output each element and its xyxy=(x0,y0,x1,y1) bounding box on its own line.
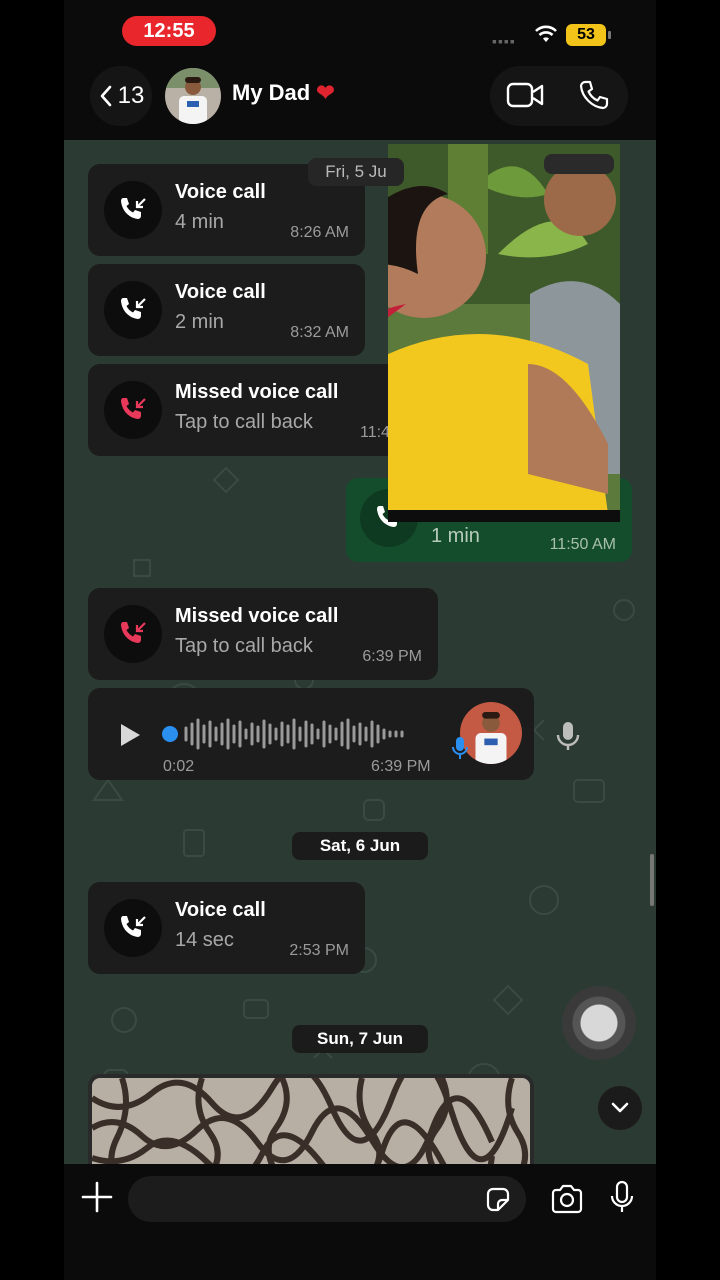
call-duration: 1 min xyxy=(431,525,480,547)
call-back-button[interactable] xyxy=(104,381,162,439)
battery-indicator: 53 xyxy=(566,24,606,46)
voice-note-duration: 0:02 xyxy=(163,758,195,775)
call-duration: 14 sec xyxy=(175,929,234,951)
microphone-icon[interactable] xyxy=(554,720,582,752)
message-time: 2:53 PM xyxy=(289,942,349,959)
status-time: 12:55 xyxy=(122,16,216,46)
chevron-left-icon xyxy=(100,85,111,107)
incoming-call-arrow-icon xyxy=(121,298,146,319)
scroll-to-bottom-button[interactable] xyxy=(598,1086,642,1130)
missed-call-bubble[interactable]: Missed voice call Tap to call back 11:4 xyxy=(88,364,418,456)
signal-icon: ▪▪▪▪ xyxy=(492,33,516,49)
scrollbar[interactable] xyxy=(650,854,654,906)
voice-note-waveform[interactable] xyxy=(162,716,432,752)
call-title: Missed voice call xyxy=(175,605,339,627)
message-time: 11:4 xyxy=(360,424,390,441)
sticker-icon[interactable] xyxy=(484,1186,512,1214)
chevron-down-icon xyxy=(611,1102,629,1113)
contact-name: My Dad xyxy=(232,80,311,105)
chat-area[interactable]: Voice call 4 min 8:26 AM Voice call 2 mi… xyxy=(64,140,656,1164)
contact-avatar[interactable] xyxy=(165,68,221,124)
assistive-touch-button[interactable] xyxy=(562,986,636,1060)
play-icon[interactable] xyxy=(118,722,142,748)
call-title: Missed voice call xyxy=(175,381,339,403)
call-back-hint: Tap to call back xyxy=(175,411,313,433)
voice-call-button[interactable] xyxy=(104,899,162,957)
date-separator: Fri, 5 Ju xyxy=(308,158,404,186)
phone-icon[interactable] xyxy=(578,79,610,111)
call-message-bubble[interactable]: Voice call 14 sec 2:53 PM xyxy=(88,882,365,974)
sender-avatar xyxy=(460,702,522,764)
phone-screen: 12:55 ▪▪▪▪ 53 13 My Dad ❤ Voice call 4 m… xyxy=(64,0,656,1280)
call-message-bubble[interactable]: Voice call 2 min 8:32 AM xyxy=(88,264,365,356)
microphone-icon xyxy=(452,737,468,759)
chat-title[interactable]: My Dad ❤ xyxy=(232,80,335,106)
message-image[interactable] xyxy=(92,1078,530,1164)
date-separator: Sat, 6 Jun xyxy=(292,832,428,860)
microphone-icon[interactable] xyxy=(610,1180,634,1214)
battery-nub xyxy=(608,31,611,39)
call-actions xyxy=(490,66,628,126)
message-time: 6:39 PM xyxy=(362,648,422,665)
missed-call-bubble[interactable]: Missed voice call Tap to call back 6:39 … xyxy=(88,588,438,680)
missed-call-arrow-icon xyxy=(121,622,146,643)
incoming-call-arrow-icon xyxy=(121,198,146,219)
voice-note-bubble[interactable]: 0:02 6:39 PM xyxy=(88,688,534,780)
message-input[interactable] xyxy=(128,1176,526,1222)
plus-icon[interactable] xyxy=(80,1180,114,1214)
heart-emoji: ❤ xyxy=(316,80,335,105)
message-time: 8:26 AM xyxy=(290,224,349,241)
message-time: 11:50 AM xyxy=(549,536,616,553)
call-back-button[interactable] xyxy=(104,605,162,663)
call-duration: 2 min xyxy=(175,311,224,333)
image-message-bubble[interactable] xyxy=(88,1074,534,1164)
call-back-hint: Tap to call back xyxy=(175,635,313,657)
message-time: 8:32 AM xyxy=(290,324,349,341)
wifi-icon xyxy=(535,25,557,42)
voice-call-button[interactable] xyxy=(104,181,162,239)
date-separator: Sun, 7 Jun xyxy=(292,1025,428,1053)
message-time: 6:39 PM xyxy=(371,758,431,775)
video-call-feed xyxy=(388,144,620,522)
call-title: Voice call xyxy=(175,899,266,921)
incoming-call-arrow-icon xyxy=(121,916,146,937)
call-duration: 4 min xyxy=(175,211,224,233)
unread-count: 13 xyxy=(117,82,145,109)
video-call-pip[interactable] xyxy=(388,144,620,522)
call-title: Voice call xyxy=(175,281,266,303)
back-button[interactable]: 13 xyxy=(90,66,152,126)
missed-call-arrow-icon xyxy=(121,398,146,419)
voice-call-button[interactable] xyxy=(104,281,162,339)
camera-icon[interactable] xyxy=(550,1184,584,1214)
call-title: Voice call xyxy=(175,181,266,203)
video-camera-icon[interactable] xyxy=(506,80,544,110)
